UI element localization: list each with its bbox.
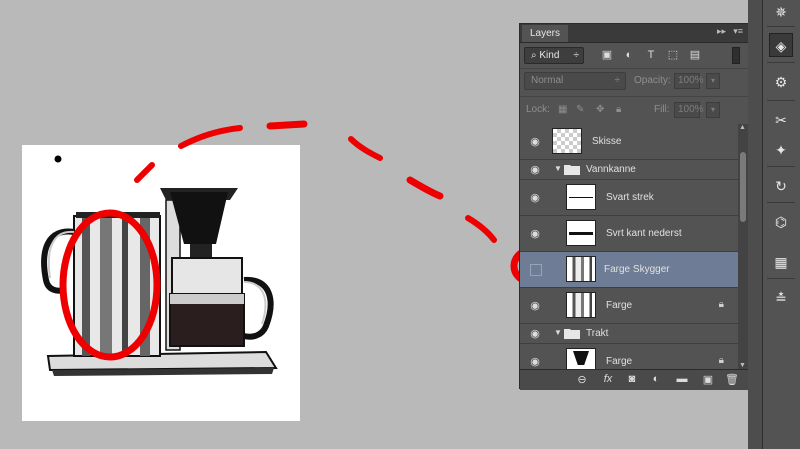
blend-row: Normal ÷ Opacity: 100% ▾ (520, 68, 748, 97)
adjustment-filter-icon[interactable]: ◐ (622, 48, 636, 62)
layer-thumbnail (566, 256, 596, 282)
collapse-panel-icon[interactable]: ▸▸ (717, 26, 726, 37)
layer-name[interactable]: Skisse (592, 136, 621, 147)
layer-name[interactable]: Svrt kant nederst (606, 228, 682, 239)
kind-label: Kind (539, 50, 560, 61)
group-row-trakt[interactable]: ◉ ▼ Trakt (520, 324, 738, 344)
separator (767, 26, 795, 27)
opacity-input[interactable]: 100% (674, 73, 704, 89)
panel-dock-edge (748, 0, 762, 449)
navigator-icon[interactable]: ✵ (769, 0, 793, 24)
layer-thumbnail (566, 348, 596, 369)
panel-menu-icon[interactable]: ▾≡ (733, 26, 743, 37)
lock-all-icon[interactable]: 🔒︎ (616, 104, 621, 115)
chevron-down-icon[interactable]: ▼ (554, 164, 562, 173)
filter-kind-select[interactable]: ⌕ Kind ÷ (524, 47, 584, 64)
fill-dropdown-icon[interactable]: ▾ (706, 102, 720, 118)
layer-thumbnail (566, 184, 596, 210)
panel-footer: ⊖ fx ◙ ◐ ▬ ▣ 🗑︎ (520, 369, 748, 390)
new-group-icon[interactable]: ▬ (674, 373, 690, 385)
layer-name[interactable]: Farge (606, 356, 632, 367)
panel-dock-toolbar: ✵ ◈ ⚙ ✂ ✦ ↻ ⌬ ▦ ≛ (762, 0, 800, 449)
link-layers-icon[interactable]: ⊖ (574, 373, 590, 386)
layer-row-svart-strek[interactable]: ◉ Svart strek (520, 180, 738, 216)
lock-position-icon[interactable]: ✥ (596, 104, 604, 115)
chevron-updown-icon: ÷ (573, 50, 580, 61)
lock-label: Lock: (526, 104, 550, 115)
document-canvas[interactable] (22, 145, 300, 421)
fill-input[interactable]: 100% (674, 102, 704, 118)
adjustments-icon[interactable]: ≛ (769, 286, 793, 310)
grid-icon[interactable]: ▦ (769, 250, 793, 274)
separator (767, 62, 795, 63)
group-row-vannkanne[interactable]: ◉ ▼ Vannkanne (520, 160, 738, 180)
fill-label: Fill: (654, 104, 670, 115)
eye-icon[interactable]: ◉ (528, 299, 542, 313)
search-icon: ⌕ (531, 50, 537, 61)
separator (767, 202, 795, 203)
chevron-updown-icon: ÷ (614, 75, 621, 86)
group-name[interactable]: Vannkanne (586, 164, 636, 175)
lock-row: Lock: ▦ ✎ ✥ 🔒︎ Fill: 100% ▾ (520, 96, 748, 125)
lock-icon: 🔒︎ (718, 299, 724, 310)
folder-icon (564, 329, 580, 339)
fx-icon[interactable]: fx (600, 373, 616, 385)
eye-icon[interactable]: ◉ (528, 135, 542, 149)
scroll-thumb[interactable] (740, 152, 746, 222)
separator (767, 166, 795, 167)
layer-row-farge-trakt[interactable]: ◉ Farge 🔒︎ (520, 344, 738, 369)
channels-icon[interactable]: ⚙ (769, 70, 793, 94)
opacity-dropdown-icon[interactable]: ▾ (706, 73, 720, 89)
eye-icon[interactable]: ◉ (528, 163, 542, 177)
visibility-toggle-empty[interactable] (530, 264, 542, 276)
group-name[interactable]: Trakt (586, 328, 608, 339)
eye-icon[interactable]: ◉ (528, 191, 542, 205)
separator (767, 100, 795, 101)
trash-icon[interactable]: 🗑︎ (724, 373, 740, 386)
smart-object-filter-icon[interactable]: ▤ (688, 48, 702, 62)
adjustment-layer-icon[interactable]: ◐ (648, 373, 664, 385)
folder-icon (564, 165, 580, 175)
type-filter-icon[interactable]: T (644, 48, 658, 62)
add-mask-icon[interactable]: ◙ (624, 373, 640, 385)
scroll-up-icon[interactable]: ▲ (739, 124, 746, 131)
scissors-icon[interactable]: ✂ (769, 108, 793, 132)
chevron-down-icon[interactable]: ▼ (554, 328, 562, 337)
layer-thumbnail (552, 128, 582, 154)
eye-icon[interactable]: ◉ (528, 355, 542, 369)
filter-toggle[interactable] (732, 47, 740, 64)
panel-tab-bar: Layers ▸▸ ▾≡ (520, 24, 748, 43)
layer-row-skisse[interactable]: ◉ Skisse (520, 124, 738, 160)
shape-filter-icon[interactable]: ⬚ (666, 48, 680, 62)
layers-icon[interactable]: ◈ (769, 33, 793, 57)
layers-panel: Layers ▸▸ ▾≡ ⌕ Kind ÷ ▣ ◐ T ⬚ ▤ Normal ÷… (519, 23, 749, 390)
paths-icon[interactable]: ⌬ (769, 210, 793, 234)
layer-row-svrt-kant-nederst[interactable]: ◉ Svrt kant nederst (520, 216, 738, 252)
tab-layers[interactable]: Layers (522, 25, 569, 42)
blend-mode-select[interactable]: Normal ÷ (524, 72, 626, 90)
opacity-label: Opacity: (634, 75, 671, 86)
lock-transparent-icon[interactable]: ▦ (558, 104, 567, 115)
layer-row-farge-skygger[interactable]: Farge Skygger (520, 252, 738, 288)
eye-icon[interactable]: ◉ (528, 327, 542, 341)
scroll-down-icon[interactable]: ▼ (739, 362, 746, 369)
filter-row: ⌕ Kind ÷ ▣ ◐ T ⬚ ▤ (520, 44, 748, 69)
blend-mode-value: Normal (531, 75, 564, 86)
separator (767, 278, 795, 279)
brush-settings-icon[interactable]: ✦ (769, 138, 793, 162)
layers-list: ◉ Skisse ◉ ▼ Vannkanne ◉ Svart strek ◉ S… (520, 124, 738, 369)
layer-thumbnail (566, 220, 596, 246)
layer-name[interactable]: Farge Skygger (604, 264, 670, 275)
layers-scrollbar[interactable]: ▲ ▼ (738, 124, 748, 369)
layer-name[interactable]: Svart strek (606, 192, 654, 203)
pixel-filter-icon[interactable]: ▣ (600, 48, 614, 62)
lock-image-icon[interactable]: ✎ (576, 104, 584, 115)
layer-name[interactable]: Farge (606, 300, 632, 311)
lock-icon: 🔒︎ (718, 355, 724, 366)
layer-row-farge[interactable]: ◉ Farge 🔒︎ (520, 288, 738, 324)
new-layer-icon[interactable]: ▣ (700, 373, 716, 386)
history-icon[interactable]: ↻ (769, 174, 793, 198)
eye-icon[interactable]: ◉ (528, 227, 542, 241)
layer-thumbnail (566, 292, 596, 318)
